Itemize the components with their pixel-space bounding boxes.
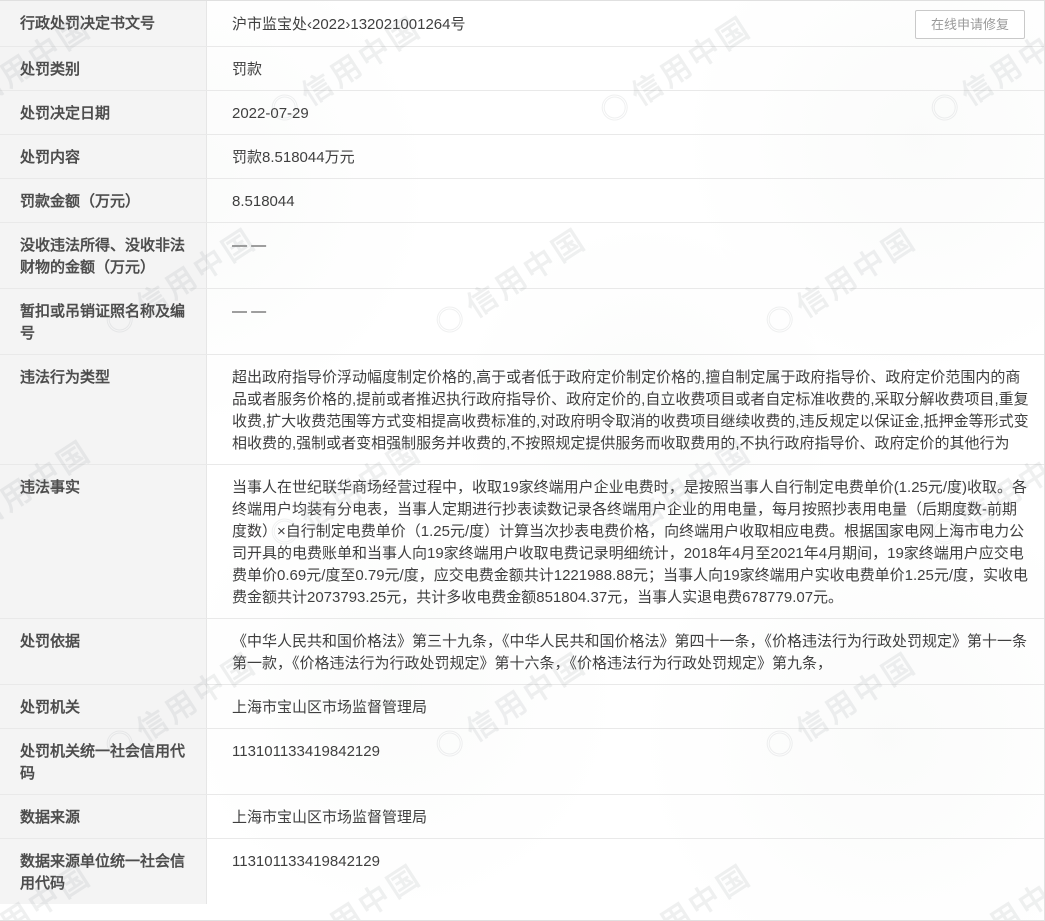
row-label: 罚款金额（万元） xyxy=(0,179,207,222)
table-row-source-credit-code: 数据来源单位统一社会信用代码 113101133419842129 xyxy=(0,839,1044,904)
row-label: 违法行为类型 xyxy=(0,355,207,464)
row-value: 沪市监宝处‹2022›132021001264号 在线申请修复 xyxy=(207,1,1044,46)
table-row-violation-type: 违法行为类型 超出政府指导价浮动幅度制定价格的,高于或者低于政府定价制定价格的,… xyxy=(0,355,1044,465)
row-value: 113101133419842129 xyxy=(207,839,1044,904)
row-value: 上海市宝山区市场监督管理局 xyxy=(207,685,1044,728)
row-value: 上海市宝山区市场监督管理局 xyxy=(207,795,1044,838)
row-value: 罚款8.518044万元 xyxy=(207,135,1044,178)
row-label: 没收违法所得、没收非法财物的金额（万元） xyxy=(0,223,207,288)
row-label: 处罚类别 xyxy=(0,47,207,90)
row-label: 数据来源单位统一社会信用代码 xyxy=(0,839,207,904)
penalty-detail-panel: 信用中国信用中国信用中国信用中国信用中国信用中国信用中国信用中国信用中国信用中国… xyxy=(0,0,1045,921)
table-row-penalty-basis: 处罚依据 《中华人民共和国价格法》第三十九条，《中华人民共和国价格法》第四十一条… xyxy=(0,619,1044,685)
row-value: 2022-07-29 xyxy=(207,91,1044,134)
row-label: 处罚内容 xyxy=(0,135,207,178)
row-value: 当事人在世纪联华商场经营过程中，收取19家终端用户企业电费时，是按照当事人自行制… xyxy=(207,465,1044,618)
row-value: 8.518044 xyxy=(207,179,1044,222)
table-row-doc-number: 行政处罚决定书文号 沪市监宝处‹2022›132021001264号 在线申请修… xyxy=(0,1,1044,47)
table-row-license-revocation: 暂扣或吊销证照名称及编号 — — xyxy=(0,289,1044,355)
online-repair-request-button[interactable]: 在线申请修复 xyxy=(915,10,1025,39)
table-row-decision-date: 处罚决定日期 2022-07-29 xyxy=(0,91,1044,135)
penalty-detail-table: 行政处罚决定书文号 沪市监宝处‹2022›132021001264号 在线申请修… xyxy=(0,1,1044,904)
row-value: — — xyxy=(207,223,1044,288)
table-row-penalty-authority: 处罚机关 上海市宝山区市场监督管理局 xyxy=(0,685,1044,729)
row-label: 处罚机关 xyxy=(0,685,207,728)
table-row-fine-amount: 罚款金额（万元） 8.518044 xyxy=(0,179,1044,223)
row-value-text: 沪市监宝处‹2022›132021001264号 xyxy=(232,14,465,36)
table-row-authority-credit-code: 处罚机关统一社会信用代码 113101133419842129 xyxy=(0,729,1044,795)
table-row-violation-facts: 违法事实 当事人在世纪联华商场经营过程中，收取19家终端用户企业电费时，是按照当… xyxy=(0,465,1044,619)
row-label: 处罚依据 xyxy=(0,619,207,684)
row-label: 违法事实 xyxy=(0,465,207,618)
row-value: 罚款 xyxy=(207,47,1044,90)
row-value: 超出政府指导价浮动幅度制定价格的,高于或者低于政府定价制定价格的,擅自制定属于政… xyxy=(207,355,1044,464)
table-row-penalty-content: 处罚内容 罚款8.518044万元 xyxy=(0,135,1044,179)
row-label: 数据来源 xyxy=(0,795,207,838)
row-value: 《中华人民共和国价格法》第三十九条，《中华人民共和国价格法》第四十一条，《价格违… xyxy=(207,619,1044,684)
row-value: — — xyxy=(207,289,1044,354)
row-value: 113101133419842129 xyxy=(207,729,1044,794)
row-label: 行政处罚决定书文号 xyxy=(0,1,207,46)
table-row-data-source: 数据来源 上海市宝山区市场监督管理局 xyxy=(0,795,1044,839)
row-label: 暂扣或吊销证照名称及编号 xyxy=(0,289,207,354)
table-row-confiscation-amount: 没收违法所得、没收非法财物的金额（万元） — — xyxy=(0,223,1044,289)
table-row-penalty-category: 处罚类别 罚款 xyxy=(0,47,1044,91)
row-label: 处罚决定日期 xyxy=(0,91,207,134)
row-label: 处罚机关统一社会信用代码 xyxy=(0,729,207,794)
